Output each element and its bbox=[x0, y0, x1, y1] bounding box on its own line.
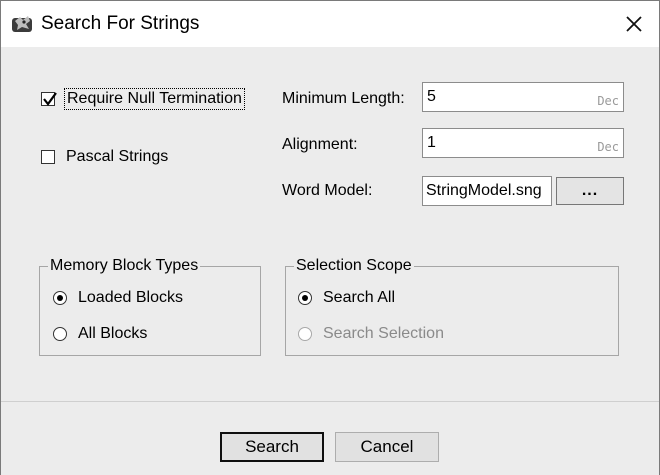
pascal-strings-checkbox[interactable] bbox=[41, 150, 55, 164]
window-title: Search For Strings bbox=[41, 13, 200, 34]
close-button[interactable] bbox=[617, 7, 651, 41]
pascal-strings-label: Pascal Strings bbox=[66, 148, 169, 165]
title-bar[interactable]: Search For Strings bbox=[1, 1, 659, 47]
search-for-strings-dialog: Search For Strings Require Null Terminat… bbox=[0, 0, 660, 475]
pascal-strings-option[interactable]: Pascal Strings bbox=[41, 148, 168, 166]
memory-block-types-group: Memory Block Types Loaded Blocks All Blo… bbox=[39, 257, 261, 356]
minimum-length-field[interactable]: 5 Dec bbox=[422, 82, 624, 112]
word-model-value: StringModel.sng bbox=[426, 182, 542, 199]
word-model-field[interactable]: StringModel.sng bbox=[422, 176, 552, 206]
loaded-blocks-radio[interactable] bbox=[53, 291, 67, 305]
alignment-field[interactable]: 1 Dec bbox=[422, 128, 624, 158]
memory-block-types-title: Memory Block Types bbox=[48, 257, 201, 275]
checkmark-icon bbox=[43, 92, 57, 106]
selection-scope-group: Selection Scope Search All Search Select… bbox=[285, 257, 619, 356]
require-null-termination-option[interactable]: Require Null Termination bbox=[41, 88, 245, 110]
search-all-option[interactable]: Search All bbox=[298, 289, 395, 307]
search-selection-option: Search Selection bbox=[298, 325, 444, 343]
alignment-label: Alignment: bbox=[282, 136, 358, 153]
search-button[interactable]: Search bbox=[220, 432, 324, 462]
search-all-label: Search All bbox=[323, 289, 396, 306]
cancel-button[interactable]: Cancel bbox=[335, 432, 439, 462]
all-blocks-option[interactable]: All Blocks bbox=[53, 325, 147, 343]
require-null-termination-label: Require Null Termination bbox=[64, 88, 245, 110]
minimum-length-unit: Dec bbox=[597, 94, 619, 108]
all-blocks-radio[interactable] bbox=[53, 327, 67, 341]
browse-word-model-button[interactable]: ... bbox=[556, 177, 624, 205]
all-blocks-label: All Blocks bbox=[78, 325, 148, 342]
search-all-radio[interactable] bbox=[298, 291, 312, 305]
loaded-blocks-option[interactable]: Loaded Blocks bbox=[53, 289, 183, 307]
alignment-unit: Dec bbox=[597, 140, 619, 154]
alignment-value: 1 bbox=[427, 134, 436, 151]
close-icon bbox=[626, 16, 642, 32]
loaded-blocks-label: Loaded Blocks bbox=[78, 289, 183, 306]
require-null-termination-checkbox[interactable] bbox=[41, 92, 57, 106]
dragon-app-icon bbox=[12, 16, 32, 32]
dialog-footer: Search Cancel bbox=[1, 401, 659, 475]
search-selection-label: Search Selection bbox=[323, 325, 444, 342]
selection-scope-title: Selection Scope bbox=[294, 257, 414, 275]
search-selection-radio bbox=[298, 327, 312, 341]
dialog-body: Require Null Termination Pascal Strings … bbox=[1, 47, 659, 401]
minimum-length-value: 5 bbox=[427, 88, 436, 105]
word-model-label: Word Model: bbox=[282, 182, 373, 199]
minimum-length-label: Minimum Length: bbox=[282, 90, 405, 107]
